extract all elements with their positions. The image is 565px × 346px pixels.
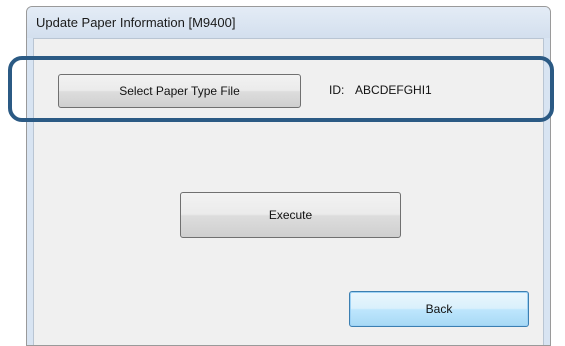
execute-button[interactable]: Execute (180, 192, 401, 238)
id-value: ABCDEFGHI1 (355, 83, 432, 97)
update-paper-information-dialog: Update Paper Information [M9400] Select … (26, 6, 551, 346)
window-title: Update Paper Information [M9400] (36, 15, 236, 30)
dialog-content: Select Paper Type File ID: ABCDEFGHI1 Ex… (33, 38, 544, 345)
id-label: ID: (329, 83, 345, 97)
select-paper-type-file-button[interactable]: Select Paper Type File (58, 74, 301, 108)
paper-id-display: ID: ABCDEFGHI1 (329, 83, 432, 97)
title-bar[interactable]: Update Paper Information [M9400] (27, 7, 550, 38)
back-button[interactable]: Back (349, 291, 529, 327)
